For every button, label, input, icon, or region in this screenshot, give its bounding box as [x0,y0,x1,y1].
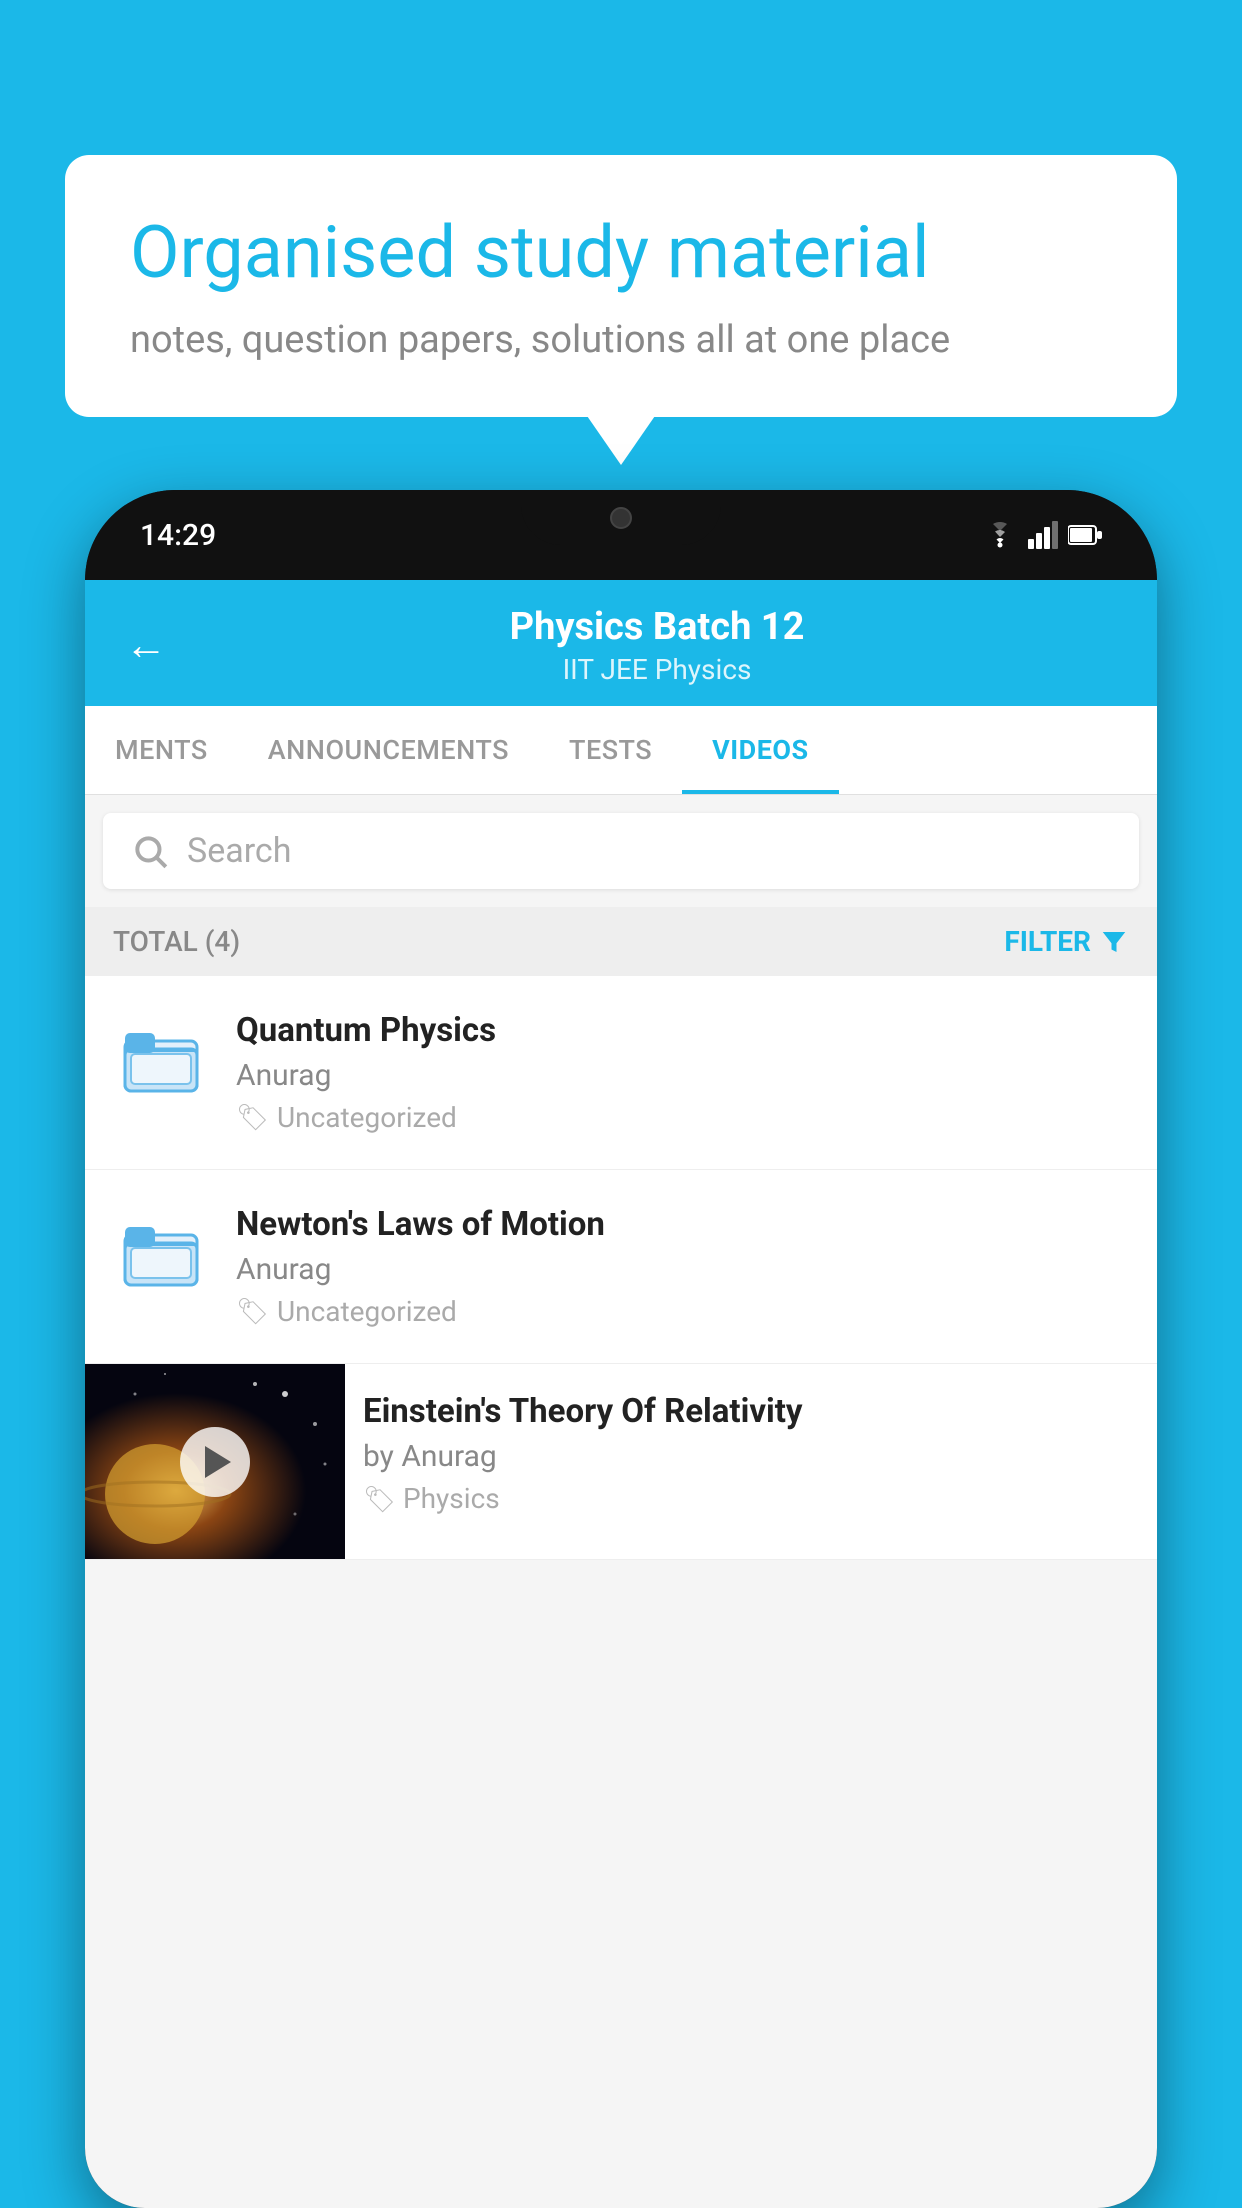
speech-bubble-section: Organised study material notes, question… [65,155,1177,417]
signal-icon [1028,521,1058,549]
wifi-icon [982,521,1018,549]
tab-bar: MENTS ANNOUNCEMENTS TESTS VIDEOS [85,706,1157,795]
video-title: Einstein's Theory Of Relativity [363,1392,1139,1431]
status-icons [982,521,1102,549]
filter-bar: TOTAL (4) FILTER [85,907,1157,976]
item-info: Quantum Physics Anurag 🏷 Uncategorized [236,1011,1129,1134]
list-item[interactable]: Einstein's Theory Of Relativity by Anura… [85,1364,1157,1560]
filter-funnel-icon [1099,927,1129,957]
speech-bubble: Organised study material notes, question… [65,155,1177,417]
status-bar: 14:29 [85,490,1157,580]
search-icon [131,832,169,870]
video-tag: 🏷 Uncategorized [236,1295,1129,1328]
video-author: Anurag [236,1058,1129,1093]
einstein-thumbnail [85,1364,345,1559]
total-count: TOTAL (4) [113,925,240,958]
tag-icon: 🏷 [236,1297,269,1327]
battery-icon [1068,524,1102,546]
phone-notch [521,490,721,545]
tag-icon: 🏷 [236,1103,269,1133]
item-thumbnail [113,1205,208,1300]
item-info: Newton's Laws of Motion Anurag 🏷 Uncateg… [236,1205,1129,1328]
search-placeholder: Search [187,831,291,871]
play-button[interactable] [180,1427,250,1497]
header-title-block: Physics Batch 12 IIT JEE Physics [197,605,1117,686]
phone-frame: 14:29 [85,490,1157,2208]
video-author: Anurag [236,1252,1129,1287]
video-tag: 🏷 Uncategorized [236,1101,1129,1134]
tag-icon: 🏷 [363,1485,396,1515]
item-info: Einstein's Theory Of Relativity by Anura… [345,1364,1157,1543]
folder-icon [121,1213,201,1293]
header-subtitle: IIT JEE Physics [197,653,1117,686]
tab-announcements[interactable]: ANNOUNCEMENTS [238,706,539,794]
front-camera [610,507,632,529]
tab-videos[interactable]: VIDEOS [682,706,839,794]
video-author: by Anurag [363,1439,1139,1474]
app-header: ← Physics Batch 12 IIT JEE Physics [85,580,1157,706]
video-list: Quantum Physics Anurag 🏷 Uncategorized [85,976,1157,1560]
subtext: notes, question papers, solutions all at… [130,318,1112,362]
list-item[interactable]: Quantum Physics Anurag 🏷 Uncategorized [85,976,1157,1170]
filter-button[interactable]: FILTER [1004,925,1129,958]
folder-icon [121,1019,201,1099]
time-display: 14:29 [140,518,216,553]
search-bar[interactable]: Search [103,813,1139,889]
headline: Organised study material [130,210,1112,296]
tab-ments[interactable]: MENTS [85,706,238,794]
item-thumbnail [113,1011,208,1106]
video-tag: 🏷 Physics [363,1482,1139,1515]
tab-tests[interactable]: TESTS [539,706,682,794]
app-screen: ← Physics Batch 12 IIT JEE Physics MENTS… [85,580,1157,2208]
play-triangle-icon [205,1446,231,1478]
header-title: Physics Batch 12 [197,605,1117,649]
video-title: Quantum Physics [236,1011,1129,1050]
list-item[interactable]: Newton's Laws of Motion Anurag 🏷 Uncateg… [85,1170,1157,1364]
video-title: Newton's Laws of Motion [236,1205,1129,1244]
back-button[interactable]: ← [125,625,167,667]
